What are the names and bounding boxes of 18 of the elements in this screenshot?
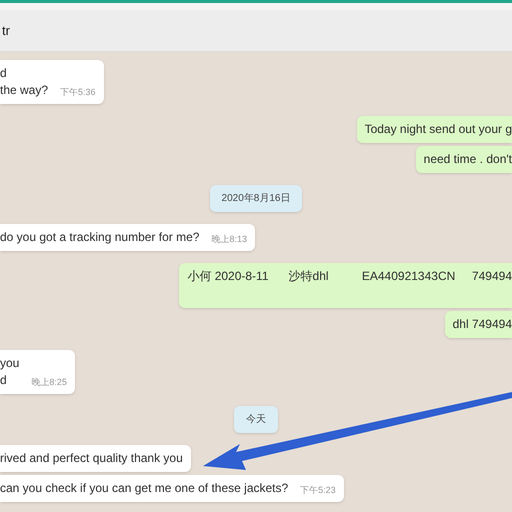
message-text: 小何 2020-8-11 沙特dhl EA440921343CN 749494	[187, 268, 512, 285]
message-text: the way?	[0, 82, 48, 99]
message-text: Today night send out your g	[364, 121, 512, 138]
date-chip: 今天	[234, 406, 278, 433]
date-chip: 2020年8月16日	[210, 185, 302, 212]
message-time: 晚上8:25	[31, 376, 67, 388]
message-time: 下午5:23	[300, 484, 336, 496]
message-text: you	[0, 355, 20, 372]
message-text: do you got a tracking number for me?	[0, 229, 200, 246]
message-time: 下午5:36	[60, 86, 96, 98]
message-text: need time . don't	[424, 151, 512, 168]
message-text: d	[0, 372, 8, 389]
message-text: can you check if you can get me one of these jackets?	[0, 480, 288, 497]
message-time: 晚上8:13	[211, 232, 247, 246]
message-text: d	[0, 65, 8, 82]
message-text: dhl 749494	[452, 316, 512, 333]
message-text: rived and perfect quality thank you	[0, 450, 183, 467]
contact-name: tr	[2, 22, 10, 40]
